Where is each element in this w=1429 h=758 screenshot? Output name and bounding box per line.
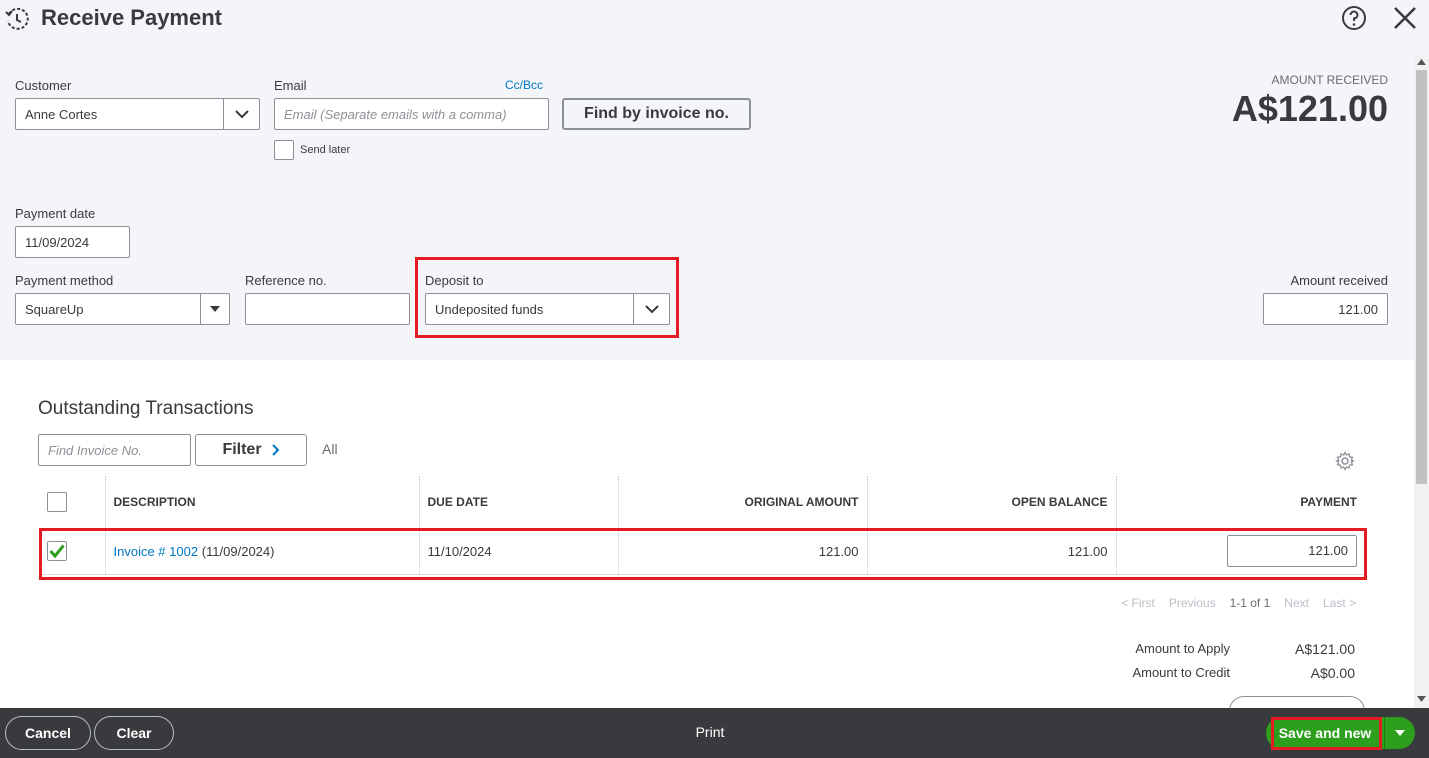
close-icon[interactable] [1392, 5, 1418, 31]
email-label: Email [274, 78, 307, 93]
customer-select[interactable]: Anne Cortes [15, 98, 260, 130]
page-title: Receive Payment [41, 5, 222, 30]
cancel-button[interactable]: Cancel [5, 716, 91, 750]
pagination-previous[interactable]: Previous [1169, 596, 1216, 610]
scrollbar[interactable] [1414, 56, 1429, 708]
pagination-first[interactable]: < First [1121, 596, 1155, 610]
amount-received-value: 121.00 [1338, 301, 1378, 317]
amount-to-credit-value: A$0.00 [1310, 665, 1355, 681]
find-invoice-search[interactable]: Find Invoice No. [38, 434, 191, 466]
email-field[interactable]: Email (Separate emails with a comma) [274, 98, 549, 130]
column-header-original-amount[interactable]: ORIGINAL AMOUNT [618, 476, 868, 528]
filter-label: Filter [222, 441, 262, 458]
column-header-due-date[interactable]: DUE DATE [419, 476, 619, 528]
payment-date-label: Payment date [15, 206, 96, 221]
caret-down-icon [1395, 730, 1405, 736]
save-and-new-highlight [1271, 717, 1382, 750]
history-icon[interactable] [4, 6, 30, 32]
column-header-payment[interactable]: PAYMENT [1116, 476, 1365, 528]
pagination-next[interactable]: Next [1284, 596, 1309, 610]
payment-method-dropdown-button[interactable] [200, 294, 229, 324]
title-bar: Receive Payment [0, 0, 1429, 40]
caret-down-icon [210, 306, 220, 312]
amount-to-credit-label: Amount to Credit [1132, 665, 1230, 680]
scrollbar-thumb[interactable] [1416, 70, 1427, 484]
chevron-down-icon [234, 109, 249, 118]
find-invoice-placeholder: Find Invoice No. [48, 442, 142, 458]
gear-icon[interactable] [1335, 451, 1355, 471]
pagination-range: 1-1 of 1 [1229, 596, 1271, 610]
column-header-open-balance[interactable]: OPEN BALANCE [867, 476, 1117, 528]
payment-date-value: 11/09/2024 [25, 234, 90, 250]
select-all-cell [39, 476, 106, 528]
amount-received-label: Amount received [1290, 273, 1388, 288]
payment-method-value: SquareUp [25, 301, 84, 317]
filter-state: All [322, 441, 338, 457]
amount-to-apply-label: Amount to Apply [1135, 641, 1230, 656]
table-header-row: DESCRIPTION DUE DATE ORIGINAL AMOUNT OPE… [39, 476, 1365, 528]
amount-received-input[interactable]: 121.00 [1263, 293, 1388, 325]
customer-dropdown-button[interactable] [223, 99, 259, 129]
outstanding-heading: Outstanding Transactions [38, 398, 254, 419]
pagination: < First Previous 1-1 of 1 Next Last > [1100, 596, 1356, 610]
amount-to-apply-value: A$121.00 [1295, 641, 1355, 657]
scroll-down-icon[interactable] [1417, 696, 1426, 702]
deposit-to-highlight [415, 257, 679, 338]
reference-no-label: Reference no. [245, 273, 327, 288]
pagination-last[interactable]: Last > [1323, 596, 1356, 610]
footer-bar: Cancel Clear Print Save and new [0, 708, 1429, 758]
customer-label: Customer [15, 78, 72, 93]
customer-value: Anne Cortes [25, 106, 98, 122]
print-link[interactable]: Print [660, 724, 760, 740]
payment-method-select[interactable]: SquareUp [15, 293, 230, 325]
clear-button[interactable]: Clear [94, 716, 174, 750]
chevron-right-icon [271, 444, 279, 456]
invoice-row-highlight [39, 528, 1367, 580]
column-header-description[interactable]: DESCRIPTION [105, 476, 420, 528]
scroll-up-icon[interactable] [1417, 59, 1426, 65]
send-later-checkbox[interactable] [274, 140, 294, 160]
cc-bcc-link[interactable]: Cc/Bcc [505, 78, 543, 92]
email-placeholder: Email (Separate emails with a comma) [284, 106, 507, 122]
find-by-invoice-button[interactable]: Find by invoice no. [562, 98, 751, 130]
save-options-dropdown[interactable] [1384, 717, 1415, 749]
payment-date-input[interactable]: 11/09/2024 [15, 226, 130, 258]
amount-received-header-label: AMOUNT RECEIVED [1271, 73, 1388, 87]
payment-method-label: Payment method [15, 273, 114, 288]
reference-no-input[interactable] [245, 293, 410, 325]
send-later-label: Send later [300, 144, 351, 156]
select-all-checkbox[interactable] [47, 491, 67, 512]
help-icon[interactable] [1341, 5, 1367, 31]
filter-button[interactable]: Filter [195, 434, 307, 466]
amount-received-total: A$121.00 [1231, 88, 1388, 129]
